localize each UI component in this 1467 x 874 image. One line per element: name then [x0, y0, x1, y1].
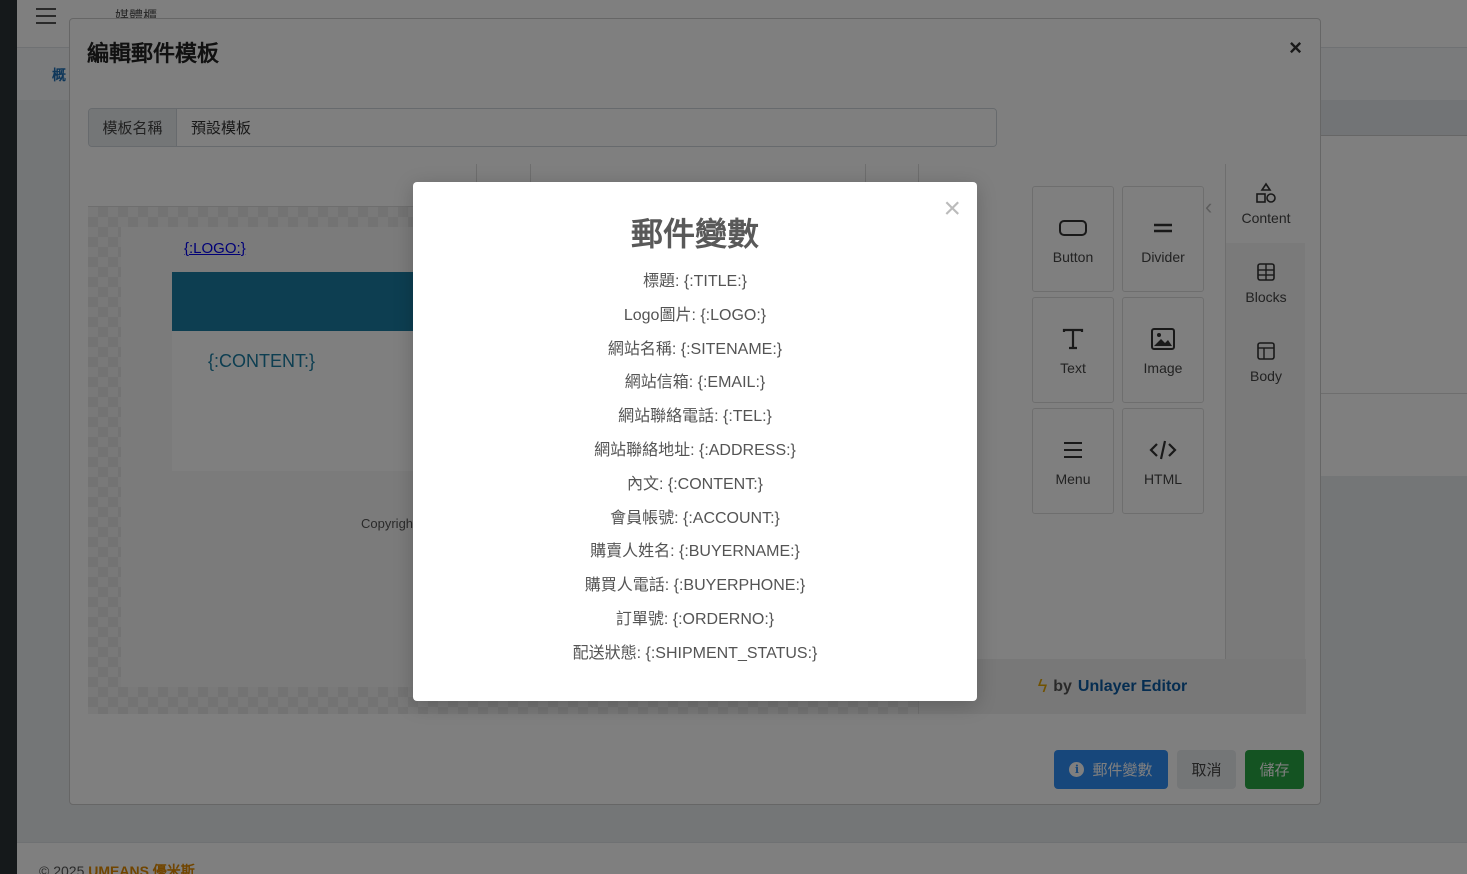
list-item: Logo圖片: {:LOGO:}	[623, 306, 767, 324]
list-item: 購賣人姓名: {:BUYERNAME:}	[590, 543, 800, 561]
dialog-title: 郵件變數	[630, 216, 759, 252]
list-item: 配送狀態: {:SHIPMENT_STATUS:}	[572, 644, 818, 662]
list-item: 網站聯絡電話: {:TEL:}	[618, 408, 772, 426]
list-item: 會員帳號: {:ACCOUNT:}	[610, 509, 780, 527]
mail-variables-dialog: × 郵件變數 標題: {:TITLE:} Logo圖片: {:LOGO:} 網站…	[413, 182, 977, 701]
list-item: 網站信箱: {:EMAIL:}	[624, 374, 766, 392]
list-item: 標題: {:TITLE:}	[642, 273, 748, 290]
list-item: 訂單號: {:ORDERNO:}	[615, 610, 775, 628]
list-item: 網站名稱: {:SITENAME:}	[607, 340, 783, 358]
list-item: 網站聯絡地址: {:ADDRESS:}	[594, 441, 796, 459]
list-item: 購買人電話: {:BUYERPHONE:}	[584, 577, 806, 595]
variables-list: 標題: {:TITLE:} Logo圖片: {:LOGO:} 網站名稱: {:S…	[413, 270, 977, 676]
list-item: 內文: {:CONTENT:}	[626, 475, 764, 493]
